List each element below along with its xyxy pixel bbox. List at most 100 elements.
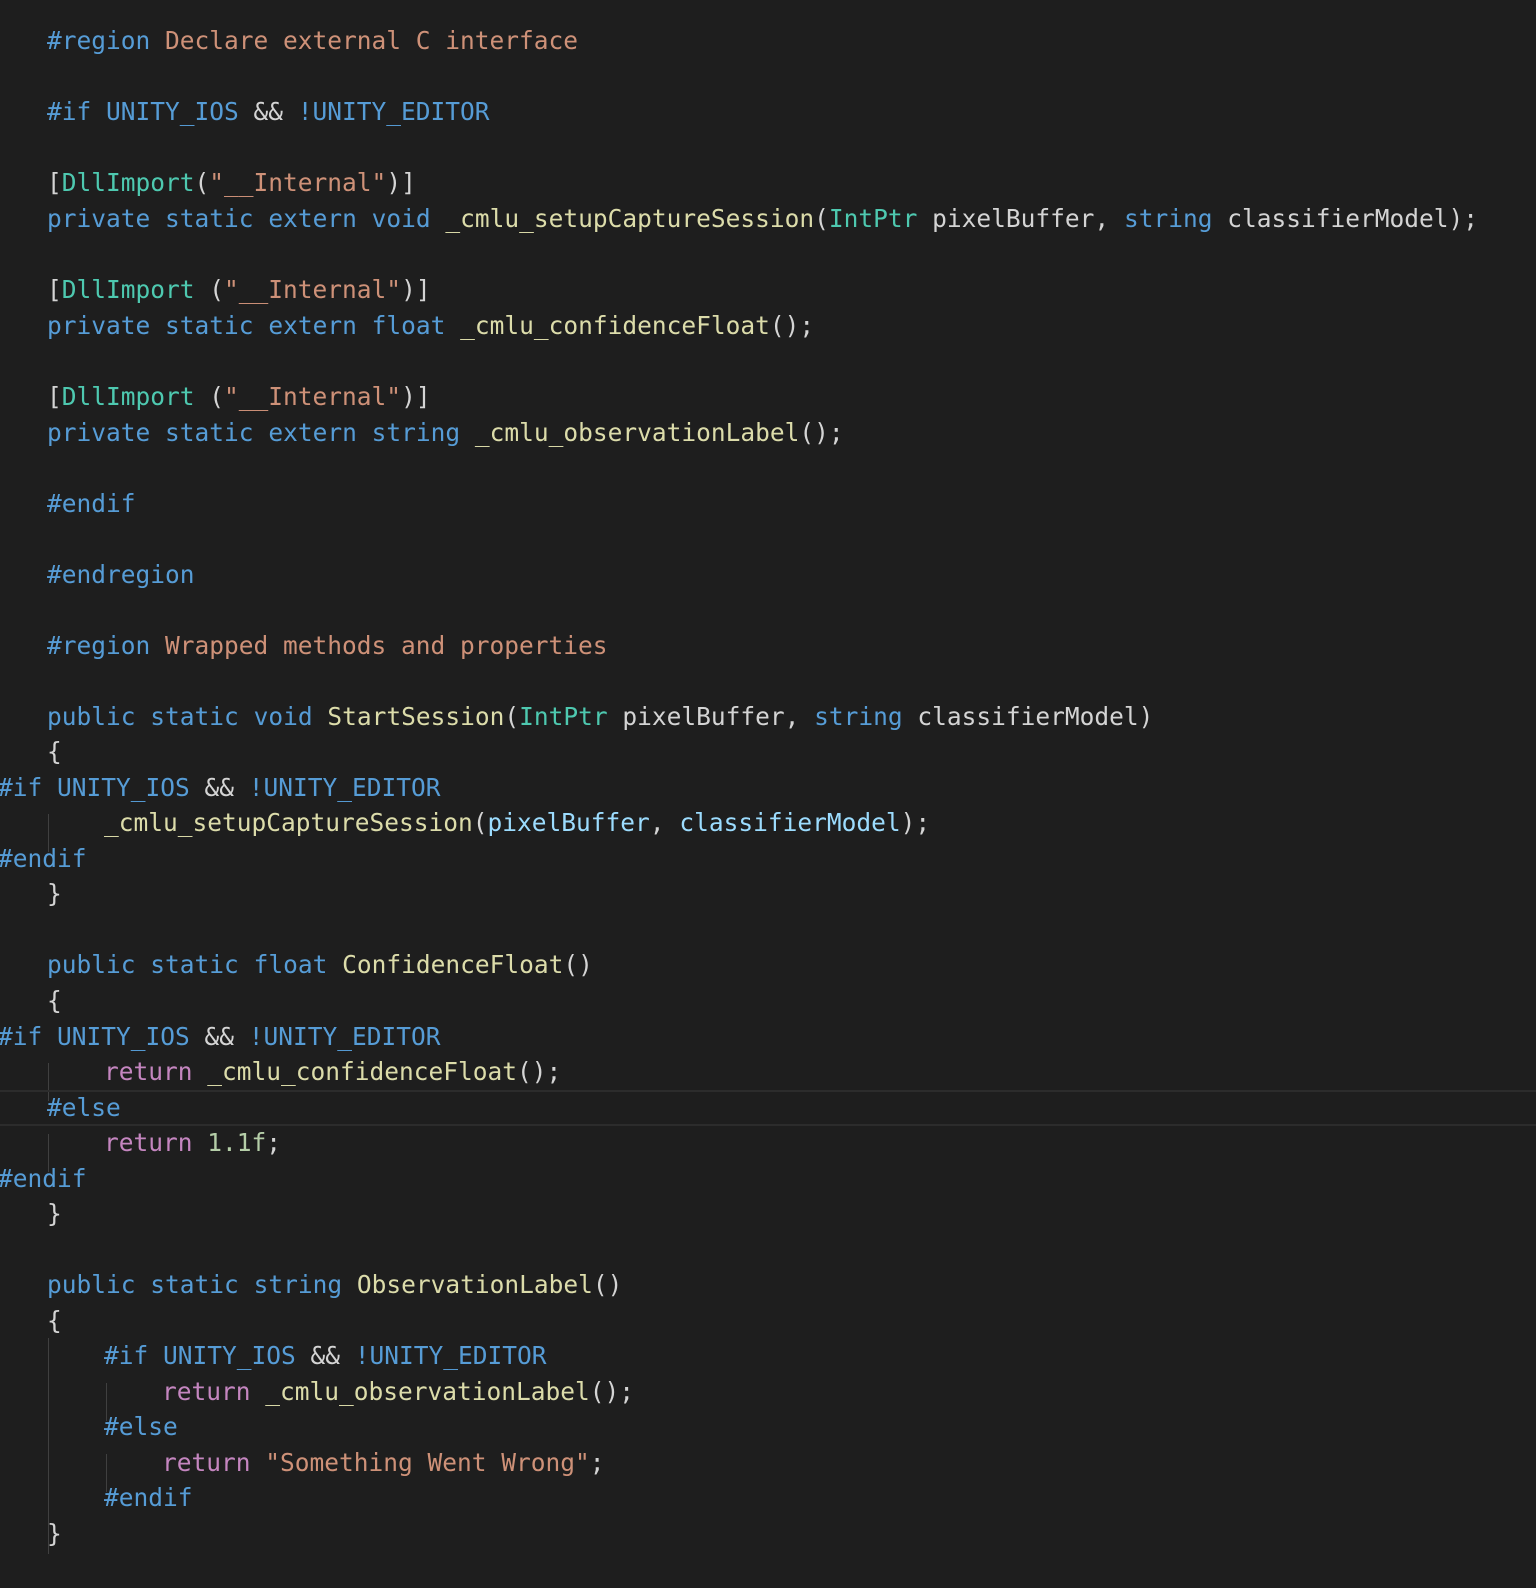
code-token: static (165, 311, 254, 340)
code-line[interactable]: return _cmlu_confidenceFloat(); (0, 1054, 1536, 1090)
code-line[interactable]: #region Declare external C interface (0, 23, 1536, 59)
code-line[interactable]: public static float ConfidenceFloat() (0, 947, 1536, 983)
code-token: static (165, 418, 254, 447)
code-token: public (47, 702, 136, 731)
code-token: static (150, 702, 239, 731)
code-token: ConfidenceFloat (342, 950, 564, 979)
code-token: #if UNITY_IOS (0, 1022, 205, 1051)
code-line[interactable]: return "Something Went Wrong"; (0, 1445, 1536, 1481)
code-token: #if UNITY_IOS (0, 773, 205, 802)
code-line[interactable]: } (0, 1196, 1536, 1232)
code-token: _cmlu_setupCaptureSession (445, 204, 815, 233)
code-token: void (371, 204, 431, 233)
code-token: [ (47, 275, 62, 304)
code-token: return (162, 1448, 251, 1477)
code-token: classifierModel); (1212, 204, 1478, 233)
code-line-content: #endregion (47, 557, 195, 593)
code-line[interactable]: [DllImport ("__Internal")] (0, 379, 1536, 415)
code-token: "__Internal" (209, 168, 387, 197)
code-line-content: #endif (47, 486, 136, 522)
code-token: () (563, 950, 593, 979)
code-line[interactable]: public static string ObservationLabel() (0, 1267, 1536, 1303)
code-line-content: [DllImport("__Internal")] (47, 165, 416, 201)
code-token: && (253, 97, 298, 126)
code-token: "Something Went Wrong" (265, 1448, 590, 1477)
code-line-content: _cmlu_setupCaptureSession(pixelBuffer, c… (104, 805, 930, 841)
code-token: ; (589, 1448, 605, 1477)
code-token: string (253, 1270, 343, 1299)
code-line-content: #region Declare external C interface (47, 23, 578, 59)
code-line-content: return _cmlu_observationLabel(); (162, 1374, 634, 1410)
code-line[interactable]: { (0, 983, 1536, 1019)
code-line-content: #endif (104, 1480, 193, 1516)
code-line-content: public static float ConfidenceFloat() (47, 947, 593, 983)
code-token: && (204, 1022, 249, 1051)
code-line[interactable]: return 1.1f; (0, 1125, 1536, 1161)
code-line-content: #region Wrapped methods and properties (47, 628, 608, 664)
code-line[interactable]: { (0, 734, 1536, 770)
code-line[interactable]: public static void StartSession(IntPtr p… (0, 699, 1536, 735)
code-token: pixelBuffer, (607, 702, 815, 731)
code-token: #else (104, 1412, 178, 1441)
code-token: private (47, 418, 151, 447)
code-line[interactable]: #endif (0, 1161, 1536, 1197)
code-token: static (150, 950, 239, 979)
code-token: && (204, 773, 249, 802)
code-token: !UNITY_EDITOR (297, 97, 490, 126)
code-line[interactable]: #endregion (0, 557, 1536, 593)
code-line-content: return "Something Went Wrong"; (162, 1445, 605, 1481)
code-token: #endregion (47, 560, 195, 589)
code-line-content: #endif (0, 841, 87, 877)
code-line[interactable]: { (0, 1303, 1536, 1339)
code-line[interactable]: #if UNITY_IOS && !UNITY_EDITOR (0, 1019, 1536, 1055)
code-line[interactable]: } (0, 1516, 1536, 1552)
code-line[interactable]: private static extern float _cmlu_confid… (0, 308, 1536, 344)
code-line[interactable]: return _cmlu_observationLabel(); (0, 1374, 1536, 1410)
code-token: && (310, 1341, 355, 1370)
code-line[interactable]: private static extern string _cmlu_obser… (0, 415, 1536, 451)
code-line[interactable]: #if UNITY_IOS && !UNITY_EDITOR (0, 1338, 1536, 1374)
code-token: (); (769, 311, 815, 340)
code-token: IntPtr (828, 204, 918, 233)
code-line[interactable]: #endif (0, 1480, 1536, 1516)
code-line[interactable]: #if UNITY_IOS && !UNITY_EDITOR (0, 770, 1536, 806)
code-line-content: { (47, 1303, 62, 1339)
code-token: pixelBuffer (487, 808, 650, 837)
code-token: } (47, 1519, 62, 1548)
code-line-content: private static extern string _cmlu_obser… (47, 415, 844, 451)
code-line-content: #if UNITY_IOS && !UNITY_EDITOR (104, 1338, 547, 1374)
code-token: _cmlu_confidenceFloat (207, 1057, 518, 1086)
code-token: Declare external C interface (150, 26, 579, 55)
code-token: #if UNITY_IOS (104, 1341, 311, 1370)
code-token: ( (472, 808, 488, 837)
code-line[interactable]: } (0, 876, 1536, 912)
code-token: (); (799, 418, 844, 447)
code-line[interactable]: #if UNITY_IOS && !UNITY_EDITOR (0, 94, 1536, 130)
code-token: (); (517, 1057, 562, 1086)
code-token: )] (386, 168, 416, 197)
code-token: private (47, 204, 151, 233)
code-token: _cmlu_observationLabel (265, 1377, 590, 1406)
code-line[interactable]: private static extern void _cmlu_setupCa… (0, 201, 1536, 237)
code-editor[interactable]: #region Declare external C interface #if … (0, 0, 1536, 1588)
code-line[interactable]: [DllImport ("__Internal")] (0, 272, 1536, 308)
code-line[interactable]: #region Wrapped methods and properties (0, 628, 1536, 664)
code-token: (); (589, 1377, 635, 1406)
code-line[interactable]: #endif (0, 841, 1536, 877)
code-line[interactable]: #endif (0, 486, 1536, 522)
code-token: !UNITY_EDITOR (248, 1022, 441, 1051)
code-line[interactable]: #else (0, 1090, 1536, 1126)
code-token: [ (47, 168, 62, 197)
code-line[interactable]: _cmlu_setupCaptureSession(pixelBuffer, c… (0, 805, 1536, 841)
code-line[interactable]: [DllImport("__Internal")] (0, 165, 1536, 201)
code-token: float (371, 311, 446, 340)
code-token: #endif (104, 1483, 193, 1512)
code-line[interactable]: #else (0, 1409, 1536, 1445)
